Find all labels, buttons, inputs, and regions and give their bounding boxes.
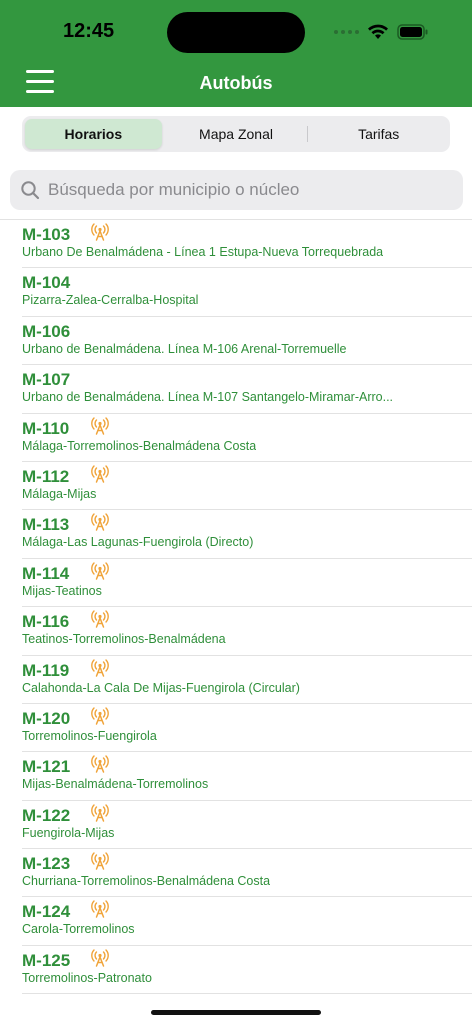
route-row[interactable]: M-120 Torremolinos-Fuengirola (22, 704, 472, 753)
route-name: Churriana-Torremolinos-Benalmádena Costa (22, 874, 271, 889)
route-code: M-104 (22, 273, 71, 293)
search-icon (21, 181, 40, 200)
realtime-antenna-icon (90, 609, 110, 629)
route-name: Torremolinos-Fuengirola (22, 728, 157, 743)
dynamic-island (167, 12, 305, 53)
route-row[interactable]: M-110 Málaga-Torremolinos-Benalmádena Co… (22, 414, 472, 462)
route-code: M-120 (22, 708, 71, 728)
status-time: 12:45 (63, 20, 115, 42)
route-row[interactable]: M-123 Churriana-Torremolinos-Benalmádena… (22, 849, 472, 898)
route-code: M-125 (22, 950, 71, 970)
cellular-signal-icon (334, 30, 359, 34)
route-name: Mijas-Teatinos (22, 583, 102, 598)
realtime-antenna-icon (90, 561, 110, 581)
route-code: M-124 (22, 902, 71, 922)
route-code: M-110 (22, 418, 70, 438)
realtime-antenna-icon (90, 899, 110, 919)
realtime-antenna-icon (90, 851, 110, 871)
tab-horarios[interactable]: Horarios (25, 119, 162, 149)
route-code: M-112 (22, 466, 70, 486)
route-code: M-106 (22, 321, 71, 341)
route-name: Torremolinos-Patronato (22, 970, 152, 985)
route-name: Urbano De Benalmádena - Línea 1 Estupa-N… (22, 245, 384, 259)
route-code: M-122 (22, 805, 71, 825)
realtime-antenna-icon (90, 754, 110, 774)
route-name: Teatinos-Torremolinos-Benalmádena (22, 632, 226, 647)
realtime-antenna-icon (90, 512, 110, 532)
route-row[interactable]: M-122 Fuengirola-Mijas (22, 801, 472, 850)
route-name: Calahonda-La Cala De Mijas-Fuengirola (C… (22, 680, 300, 695)
route-code: M-113 (22, 515, 70, 535)
search-input[interactable] (46, 179, 450, 201)
search-bar[interactable] (10, 170, 463, 210)
realtime-antenna-icon (90, 464, 110, 484)
route-name: Málaga-Mijas (22, 486, 97, 501)
route-code: M-119 (22, 660, 70, 680)
route-row[interactable]: M-107 Urbano de Benalmádena. Línea M-107 … (22, 365, 472, 414)
route-name: Urbano de Benalmádena. Línea M-107 Santa… (22, 390, 394, 405)
battery-icon (397, 24, 429, 40)
wifi-icon (367, 24, 389, 40)
route-row[interactable]: M-104 Pizarra-Zalea-Cerralba-Hospital (22, 268, 472, 317)
realtime-antenna-icon (90, 948, 110, 968)
route-name: Pizarra-Zalea-Cerralba-Hospital (22, 293, 199, 308)
realtime-antenna-icon (90, 416, 110, 436)
home-indicator (151, 1010, 321, 1015)
route-name: Carola-Torremolinos (22, 922, 135, 937)
realtime-antenna-icon (90, 222, 110, 242)
route-row[interactable]: M-116 Teatinos-Torremolinos-Benalmádena (22, 607, 472, 656)
page-title: Autobús (199, 73, 273, 93)
tab-tarifas[interactable]: Tarifas (307, 119, 447, 149)
route-row[interactable]: M-112 Málaga-Mijas (22, 462, 472, 511)
route-name: Málaga-Torremolinos-Benalmádena Costa (22, 438, 257, 453)
route-name: Mijas-Benalmádena-Torremolinos (22, 777, 209, 792)
route-row[interactable]: M-106 Urbano de Benalmádena. Línea M-106 … (22, 317, 472, 366)
route-row[interactable]: M-121 Mijas-Benalmádena-Torremolinos (22, 752, 472, 801)
tab-mapa-zonal[interactable]: Mapa Zonal (168, 119, 305, 149)
route-row[interactable]: M-125 Torremolinos-Patronato (22, 946, 472, 995)
app-header: 12:45 Autobús (0, 0, 472, 107)
route-code: M-103 (22, 225, 71, 244)
route-list: M-103 Urbano De Benalmádena - Línea 1 Es… (0, 219, 472, 995)
route-code: M-121 (22, 757, 71, 777)
route-row[interactable]: M-119 Calahonda-La Cala De Mijas-Fuengir… (22, 656, 472, 704)
route-name: Málaga-Las Lagunas-Fuengirola (Directo) (22, 535, 254, 550)
route-name: Urbano de Benalmádena. Línea M-106 Arena… (22, 341, 347, 356)
realtime-antenna-icon (90, 658, 110, 678)
route-row[interactable]: M-103 Urbano De Benalmádena - Línea 1 Es… (22, 220, 472, 269)
route-code: M-116 (22, 612, 70, 632)
route-code: M-123 (22, 854, 71, 874)
status-indicators (334, 22, 429, 42)
route-row[interactable]: M-114 Mijas-Teatinos (22, 559, 472, 608)
route-code: M-114 (22, 563, 70, 583)
route-code: M-107 (22, 370, 71, 390)
route-name: Fuengirola-Mijas (22, 825, 115, 840)
route-row[interactable]: M-124 Carola-Torremolinos (22, 897, 472, 946)
route-row[interactable]: M-113 Málaga-Las Lagunas-Fuengirola (Dir… (22, 510, 472, 559)
segmented-control: Horarios Mapa Zonal Tarifas (22, 116, 450, 152)
realtime-antenna-icon (90, 706, 110, 726)
realtime-antenna-icon (90, 803, 110, 823)
